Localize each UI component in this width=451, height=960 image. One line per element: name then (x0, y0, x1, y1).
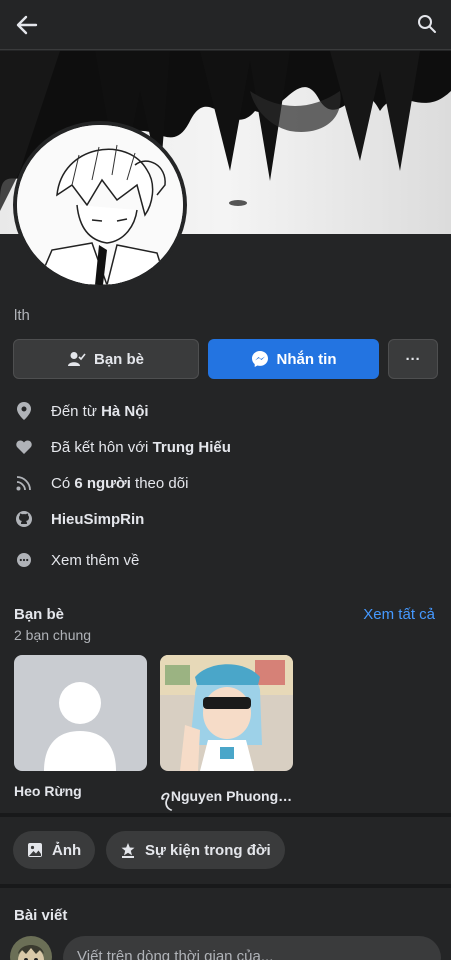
hometown-prefix: Đến từ (51, 402, 102, 420)
message-button[interactable]: Nhắn tin (208, 339, 379, 379)
hometown-value[interactable]: Hà Nội (101, 403, 149, 420)
github-icon (14, 509, 34, 529)
star-flag-icon (121, 843, 135, 858)
friend-card[interactable]: Heo Rừng (14, 655, 147, 799)
friend-photo[interactable] (160, 655, 293, 771)
see-all-friends-link[interactable]: Xem tất cả (363, 606, 435, 623)
followers-suffix: theo dõi (130, 474, 189, 492)
more-options-button[interactable]: ··· (388, 339, 438, 379)
posts-section-title: Bài viết (14, 907, 68, 924)
messenger-icon (251, 351, 268, 367)
github-username: HieuSimpRin (51, 510, 145, 528)
info-github[interactable]: HieuSimpRin (14, 507, 434, 531)
more-circle-icon (14, 550, 34, 570)
profile-username: lth (14, 307, 30, 324)
followers-count[interactable]: 6 người (74, 475, 131, 492)
relationship-prefix: Đã kết hôn với (51, 438, 153, 456)
search-icon[interactable] (417, 14, 437, 34)
heart-icon (14, 437, 34, 457)
info-followers: Có 6 người theo dõi (14, 471, 434, 495)
message-button-label: Nhắn tin (276, 350, 337, 368)
top-bar (0, 0, 451, 50)
section-divider (0, 884, 451, 888)
photos-chip-label: Ảnh (52, 841, 82, 859)
see-more-label: Xem thêm về (51, 551, 140, 569)
friend-name[interactable]: ꪖNguyen Phuong ... (160, 783, 293, 812)
relationship-value[interactable]: Trung Hiếu (153, 439, 231, 456)
section-divider (0, 813, 451, 817)
location-pin-icon (14, 401, 34, 421)
life-events-chip-label: Sự kiện trong đời (145, 841, 271, 859)
mutual-friends-count: 2 bạn chung (14, 627, 92, 643)
see-more-about[interactable]: Xem thêm về (14, 548, 434, 572)
profile-avatar[interactable] (13, 121, 187, 289)
photo-icon (28, 843, 42, 857)
friend-card[interactable]: ꪖNguyen Phuong ... (160, 655, 293, 812)
friends-button[interactable]: Bạn bè (13, 339, 199, 379)
info-hometown: Đến từ Hà Nội (14, 399, 434, 423)
friend-photo[interactable] (14, 655, 147, 771)
arrow-left-icon[interactable] (14, 12, 40, 38)
more-dots-icon: ··· (405, 350, 421, 368)
friends-button-label: Bạn bè (93, 350, 144, 368)
rss-icon (14, 473, 34, 493)
life-events-chip[interactable]: Sự kiện trong đời (106, 831, 285, 869)
friend-name[interactable]: Heo Rừng (14, 783, 147, 799)
post-composer-input[interactable]: Viết trên dòng thời gian của... (63, 936, 441, 960)
friends-section-title: Bạn bè (14, 606, 65, 623)
info-relationship: Đã kết hôn với Trung Hiếu (14, 435, 434, 459)
followers-prefix: Có (51, 474, 75, 492)
friend-check-icon (67, 352, 86, 366)
photos-chip[interactable]: Ảnh (13, 831, 96, 869)
composer-avatar[interactable] (10, 936, 52, 960)
